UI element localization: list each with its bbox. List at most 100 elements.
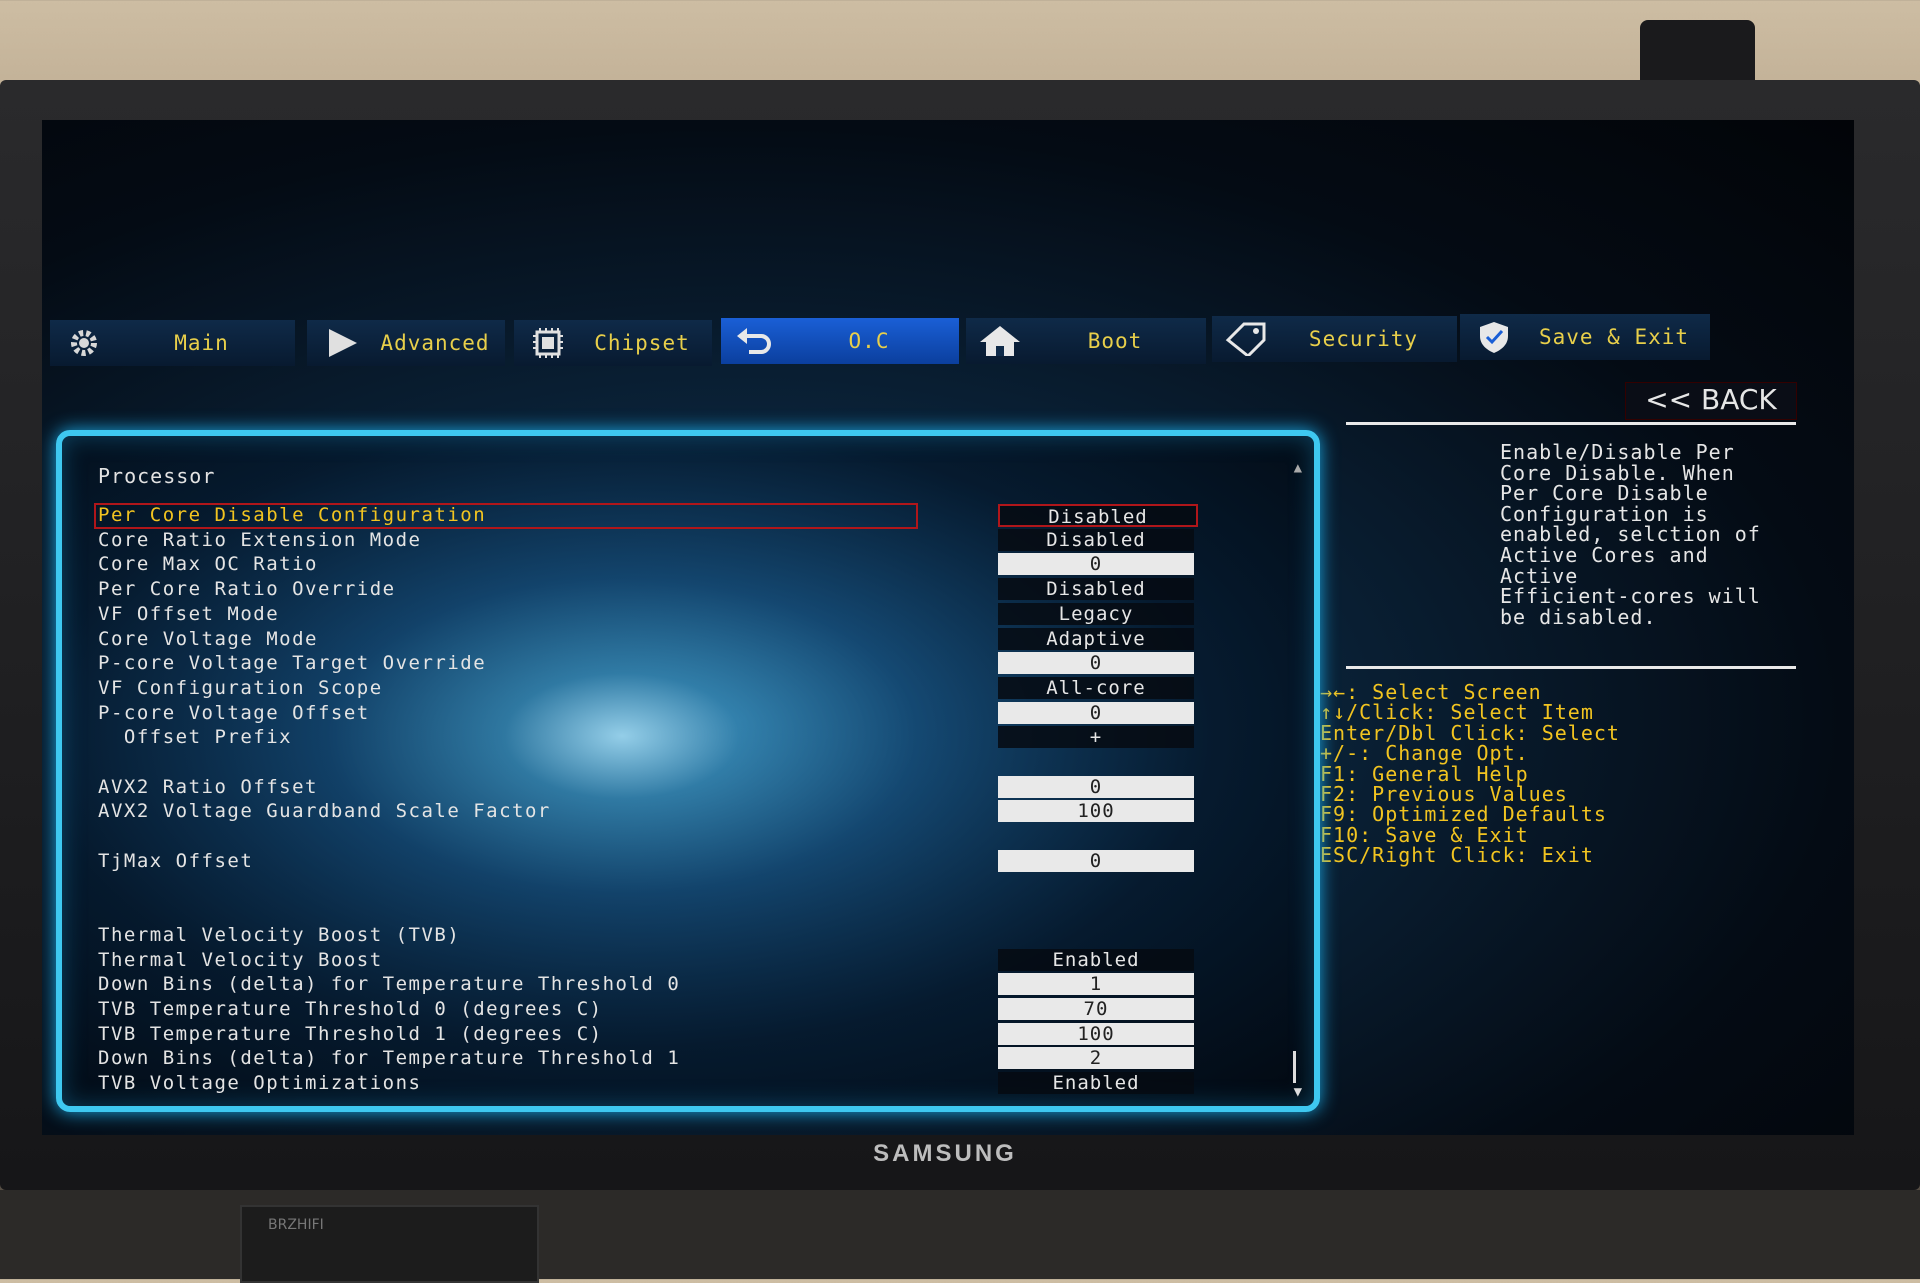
setting-value-option[interactable]: Adaptive (998, 627, 1194, 650)
scroll-down-arrow-icon[interactable]: ▼ (1294, 1084, 1302, 1100)
help-line: Core Disable. When (1500, 460, 1735, 485)
key-hint: F1: General Help (1320, 761, 1529, 786)
setting-value-input[interactable]: 100 (998, 800, 1194, 823)
home-icon (976, 321, 1024, 361)
setting-row: Thermal Velocity Boost (TVB) (98, 924, 1248, 948)
play-icon (317, 323, 365, 363)
setting-value-option[interactable]: Disabled (998, 504, 1198, 528)
scroll-up-arrow-icon[interactable]: ▲ (1294, 460, 1302, 476)
setting-label: VF Offset Mode (98, 602, 280, 625)
setting-value-option[interactable]: + (998, 726, 1194, 749)
setting-row[interactable]: TVB Temperature Threshold 0 (degrees C) 7… (98, 998, 1248, 1022)
key-hint: →←: Select Screen (1320, 680, 1542, 704)
setting-label: P-core Voltage Target Override (98, 652, 487, 675)
tab-main[interactable]: Main (50, 320, 295, 366)
setting-value-input[interactable]: 1 (998, 973, 1194, 996)
setting-label: Thermal Velocity Boost (TVB) (98, 923, 461, 946)
setting-label: P-core Voltage Offset (98, 701, 370, 724)
key-hint: Enter/Dbl Click: Select (1320, 720, 1620, 745)
key-hints: →←: Select Screen ↑↓/Click: Select Item En… (1320, 682, 1620, 866)
tab-o-c[interactable]: O.C (721, 318, 959, 364)
key-hint: F2: Previous Values (1320, 782, 1568, 807)
setting-value-input[interactable]: 70 (998, 998, 1194, 1020)
tab-advanced[interactable]: Advanced (307, 320, 505, 366)
tab-chipset[interactable]: Chipset (514, 320, 712, 366)
setting-value-option[interactable]: Disabled (998, 578, 1194, 601)
tab-label: Chipset (594, 331, 690, 355)
tab-label: O.C (848, 329, 890, 353)
setting-row[interactable]: TVB Voltage Optimizations Enabled (98, 1072, 1248, 1096)
setting-label: VF Configuration Scope (98, 676, 383, 699)
tab-label: Advanced (380, 331, 490, 355)
setting-row[interactable]: Core Ratio Extension Mode Disabled (98, 528, 1248, 553)
setting-label: Core Ratio Extension Mode (98, 528, 422, 551)
setting-value-input[interactable]: 2 (998, 1047, 1194, 1070)
setting-value-option[interactable]: Disabled (998, 528, 1194, 551)
setting-value-option[interactable]: Enabled (998, 1072, 1194, 1095)
tab-boot[interactable]: Boot (966, 318, 1206, 364)
help-divider-top (1346, 422, 1796, 425)
setting-row[interactable]: Per Core Disable Configuration Disabled (94, 503, 1248, 529)
setting-label: AVX2 Voltage Guardband Scale Factor (98, 800, 551, 823)
key-hint: F10: Save & Exit (1320, 822, 1529, 847)
setting-row[interactable]: P-core Voltage Offset 0 (98, 701, 1248, 726)
back-button[interactable]: << BACK (1625, 382, 1797, 420)
tab-security[interactable]: Security (1212, 316, 1457, 362)
setting-label: Down Bins (delta) for Temperature Thresh… (98, 1047, 681, 1070)
help-line: Per Core Disable (1500, 481, 1709, 506)
setting-row[interactable]: Core Voltage Mode Adaptive (98, 627, 1248, 652)
setting-label: Per Core Ratio Override (98, 578, 396, 601)
key-hint: F9: Optimized Defaults (1320, 802, 1607, 827)
tab-label: Boot (1087, 329, 1143, 353)
setting-row[interactable]: Thermal Velocity Boost Enabled (98, 948, 1248, 973)
setting-label: TVB Voltage Optimizations (98, 1072, 422, 1095)
setting-row[interactable]: Core Max OC Ratio 0 (98, 553, 1248, 577)
setting-label: TVB Temperature Threshold 0 (degrees C) (98, 998, 603, 1020)
tab-bar: Main Advanced Chipset O.C Boot Security Save &… (50, 314, 1850, 374)
setting-value-option[interactable]: Legacy (998, 602, 1194, 625)
setting-row[interactable]: TVB Temperature Threshold 1 (degrees C) 1… (98, 1022, 1248, 1047)
setting-value-option[interactable]: All-core (998, 676, 1194, 699)
setting-value-input[interactable]: 100 (998, 1022, 1194, 1045)
bios-screen: Main Advanced Chipset O.C Boot Security Save &… (42, 120, 1854, 1135)
amplifier: BRZHIFI (240, 1205, 539, 1283)
setting-row[interactable]: Offset Prefix + (98, 726, 1248, 750)
amplifier-brand: BRZHIFI (268, 1217, 324, 1233)
tab-label: Save & Exit (1538, 325, 1690, 349)
setting-label: TjMax Offset (98, 849, 254, 872)
setting-value-input[interactable]: 0 (998, 849, 1194, 872)
setting-label: AVX2 Ratio Offset (98, 775, 318, 798)
setting-value-input[interactable]: 0 (998, 701, 1194, 724)
setting-label: Core Max OC Ratio (98, 553, 318, 576)
setting-row[interactable]: Per Core Ratio Override Disabled (98, 578, 1248, 602)
setting-row[interactable]: AVX2 Voltage Guardband Scale Factor 100 (98, 800, 1248, 824)
help-line: Active (1500, 563, 1579, 588)
help-line: Active Cores and (1500, 542, 1709, 567)
help-line: Enable/Disable Per (1500, 440, 1735, 464)
setting-value-input[interactable]: 0 (998, 775, 1194, 798)
help-line: Configuration is (1500, 501, 1709, 526)
setting-row[interactable]: VF Configuration Scope All-core (98, 676, 1248, 701)
setting-row[interactable]: AVX2 Ratio Offset 0 (98, 775, 1248, 800)
key-hint: ↑↓/Click: Select Item (1320, 700, 1594, 725)
setting-value-input[interactable]: 0 (998, 553, 1194, 576)
key-hint: ESC/Right Click: Exit (1320, 843, 1594, 868)
setting-label: Offset Prefix (98, 726, 293, 749)
scrollbar-thumb[interactable] (1293, 1051, 1296, 1083)
setting-value-option[interactable]: Enabled (998, 948, 1194, 971)
key-hint: +/-: Change Opt. (1320, 741, 1529, 766)
setting-label: TVB Temperature Threshold 1 (degrees C) (98, 1022, 603, 1045)
setting-value-input[interactable]: 0 (998, 652, 1194, 675)
setting-row[interactable]: P-core Voltage Target Override 0 (98, 652, 1248, 676)
setting-row[interactable]: Down Bins (delta) for Temperature Thresh… (98, 1047, 1248, 1071)
tab-save-exit[interactable]: Save & Exit (1460, 314, 1710, 360)
setting-row[interactable]: Down Bins (delta) for Temperature Thresh… (98, 973, 1248, 997)
setting-label: Core Voltage Mode (98, 627, 318, 650)
chip-icon (524, 323, 572, 363)
setting-row[interactable]: VF Offset Mode Legacy (98, 602, 1248, 627)
tag-icon (1222, 319, 1270, 359)
setting-row[interactable]: TjMax Offset 0 (98, 849, 1248, 874)
help-description: Enable/Disable Per Core Disable. When Per … (1500, 442, 1810, 627)
help-line: be disabled. (1500, 604, 1657, 629)
help-line: enabled, selction of (1500, 522, 1761, 547)
